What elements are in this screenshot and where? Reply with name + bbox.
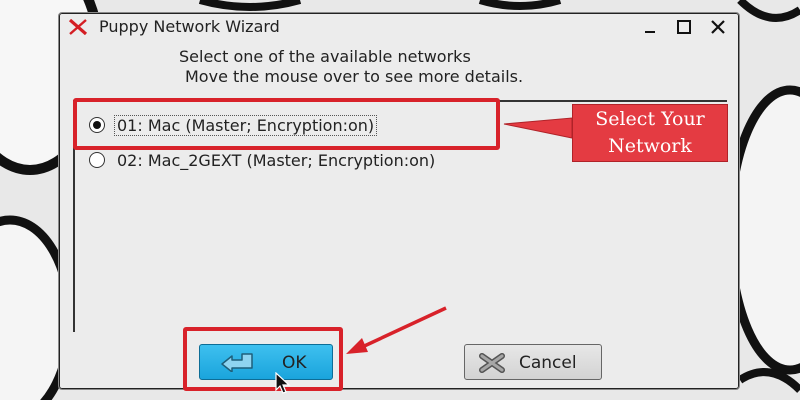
instruction-line-1: Select one of the available networks	[179, 47, 471, 66]
x-cancel-icon	[479, 353, 505, 373]
instruction-line-2: Move the mouse over to see more details.	[185, 67, 524, 86]
callout-line-1: Select Your	[595, 108, 705, 130]
title-bar[interactable]: Puppy Network Wizard	[59, 13, 739, 41]
cancel-button[interactable]: Cancel	[464, 344, 602, 380]
radio-selected-icon[interactable]	[89, 117, 105, 133]
mouse-pointer-icon	[275, 372, 291, 394]
network-label: 01: Mac (Master; Encryption:on)	[113, 114, 378, 136]
network-label: 02: Mac_2GEXT (Master; Encryption:on)	[117, 150, 436, 170]
maximize-icon	[677, 20, 691, 34]
window-title: Puppy Network Wizard	[99, 17, 280, 36]
back-arrow-icon	[221, 353, 253, 372]
network-option-mac[interactable]: 01: Mac (Master; Encryption:on)	[89, 113, 378, 137]
close-icon	[711, 20, 725, 34]
maximize-button[interactable]	[673, 16, 695, 38]
ok-label: OK	[282, 353, 307, 373]
ok-button[interactable]: OK	[199, 344, 333, 380]
x-logo-icon	[69, 19, 87, 35]
network-wizard-window: Puppy Network Wizard Select one of the a…	[58, 12, 740, 390]
minimize-button[interactable]	[639, 16, 661, 38]
callout-line-2: Network	[608, 135, 692, 157]
cancel-label: Cancel	[519, 353, 577, 373]
select-network-callout: Select Your Network	[572, 104, 728, 162]
radio-unselected-icon[interactable]	[89, 152, 105, 168]
network-option-mac-2gext[interactable]: 02: Mac_2GEXT (Master; Encryption:on)	[89, 148, 437, 172]
close-button[interactable]	[707, 16, 729, 38]
minimize-icon	[645, 31, 655, 33]
instructions: Select one of the available networks Mov…	[119, 47, 699, 87]
